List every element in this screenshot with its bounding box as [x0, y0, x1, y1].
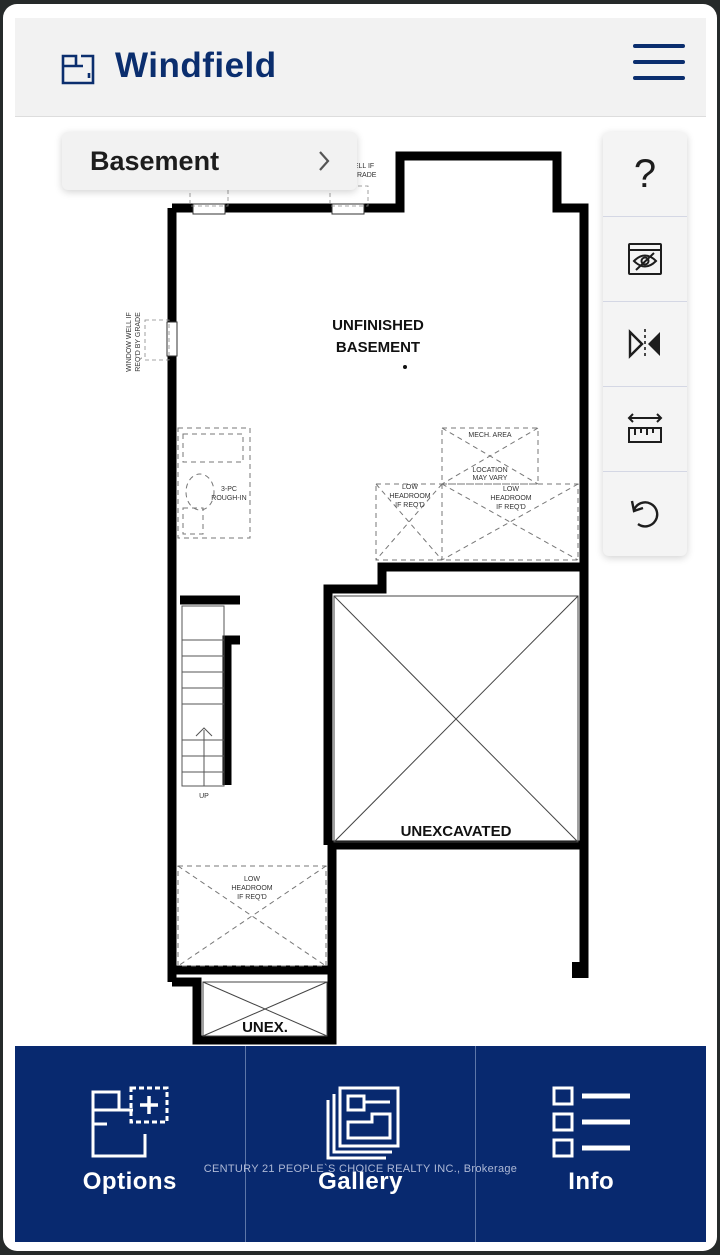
svg-text:LOW: LOW	[503, 486, 519, 493]
menu-bar	[633, 76, 685, 80]
app-frame: UNFINISHED BASEMENT UNEXCAVATED UNEX. EL…	[3, 4, 717, 1251]
list-icon	[552, 1086, 631, 1158]
room-label-unexcavated: UNEXCAVATED	[401, 823, 512, 840]
hamburger-menu-button[interactable]	[633, 44, 685, 88]
menu-bar	[633, 44, 685, 48]
plan-toolbar: ?	[603, 132, 687, 556]
floorplan-plus-icon	[91, 1086, 169, 1158]
bottom-navigation: Options Gallery Info	[15, 1046, 706, 1242]
svg-text:MECH. AREA: MECH. AREA	[468, 432, 512, 439]
question-icon: ?	[633, 151, 657, 196]
svg-text:LOW: LOW	[402, 484, 418, 491]
chevron-right-icon	[319, 151, 330, 171]
hide-furniture-button[interactable]	[603, 217, 687, 302]
window-3	[166, 321, 178, 357]
svg-text:HEADROOM: HEADROOM	[231, 885, 272, 892]
svg-text:LOCATION: LOCATION	[472, 467, 507, 474]
gallery-stack-icon	[326, 1086, 399, 1160]
svg-text:IF REQ'D: IF REQ'D	[395, 502, 425, 509]
column-block	[572, 962, 588, 978]
svg-text:REQ'D BY GRADE: REQ'D BY GRADE	[135, 312, 142, 372]
menu-bar	[633, 60, 685, 64]
svg-text:IF REQ'D: IF REQ'D	[237, 894, 267, 901]
floor-selector-label: Basement	[90, 146, 220, 176]
svg-text:HEADROOM: HEADROOM	[389, 493, 430, 500]
window-1	[192, 203, 226, 215]
svg-text:HEADROOM: HEADROOM	[490, 495, 531, 502]
floor-selector[interactable]: Basement	[62, 132, 357, 190]
room-label-basement: BASEMENT	[336, 339, 420, 356]
eye-slash-icon	[628, 243, 662, 275]
app-header: Windfield	[15, 18, 706, 117]
svg-text:LOW: LOW	[244, 876, 260, 883]
reset-button[interactable]	[603, 472, 687, 556]
interior-wall	[172, 840, 580, 1045]
app-title: Windfield	[115, 46, 277, 85]
nav-options[interactable]: Options	[15, 1046, 246, 1242]
stair-wall-right	[222, 635, 240, 785]
nav-info[interactable]: Info	[476, 1046, 706, 1242]
mirror-button[interactable]	[603, 302, 687, 387]
brokerage-watermark: CENTURY 21 PEOPLE`S CHOICE REALTY INC., …	[203, 1163, 518, 1175]
svg-text:3-PC: 3-PC	[221, 486, 237, 493]
window-2	[331, 203, 365, 215]
flip-horizontal-icon	[628, 329, 660, 359]
nav-gallery[interactable]: Gallery	[246, 1046, 477, 1242]
room-label-unex: UNEX.	[242, 1019, 288, 1036]
svg-text:IF REQ'D: IF REQ'D	[496, 504, 526, 511]
floorplan-logo-icon	[61, 54, 95, 85]
svg-text:ROUGH-IN: ROUGH-IN	[211, 495, 246, 502]
interior-wall-unexcavated	[323, 562, 580, 845]
svg-text:WINDOW WELL IF: WINDOW WELL IF	[126, 312, 133, 372]
measure-button[interactable]	[603, 387, 687, 472]
svg-text:MAY VARY: MAY VARY	[473, 475, 508, 482]
undo-icon	[630, 500, 659, 528]
room-label-unfinished: UNFINISHED	[332, 317, 424, 334]
ruler-icon	[627, 413, 663, 443]
svg-text:UP: UP	[199, 793, 209, 800]
help-button[interactable]: ?	[603, 132, 687, 217]
